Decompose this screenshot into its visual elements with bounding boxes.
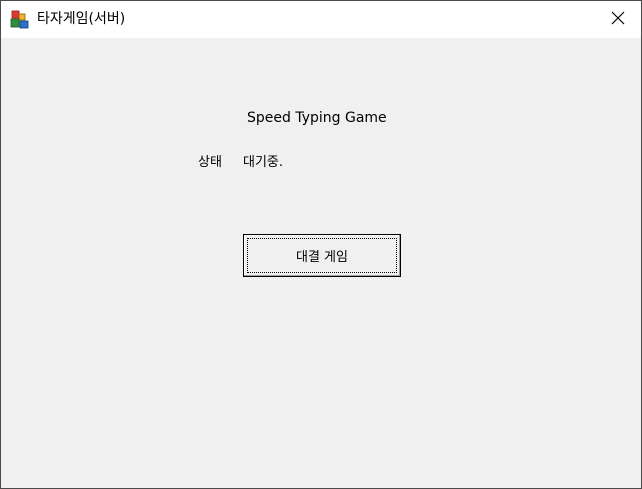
match-game-button[interactable]: 대결 게임 [243, 234, 401, 277]
window-title: 타자게임(서버) [37, 11, 126, 27]
match-game-button-label: 대결 게임 [247, 238, 397, 273]
app-icon [10, 10, 30, 30]
close-button[interactable] [595, 1, 641, 38]
status-value: 대기중. [243, 155, 284, 170]
app-window: 타자게임(서버) Speed Typing Game 상태 대기중. 대결 게임 [0, 0, 642, 489]
client-area: Speed Typing Game 상태 대기중. 대결 게임 [1, 38, 641, 488]
game-title: Speed Typing Game [247, 110, 387, 126]
close-icon [611, 10, 625, 29]
title-bar[interactable]: 타자게임(서버) [1, 1, 641, 38]
status-label: 상태 [198, 155, 222, 170]
